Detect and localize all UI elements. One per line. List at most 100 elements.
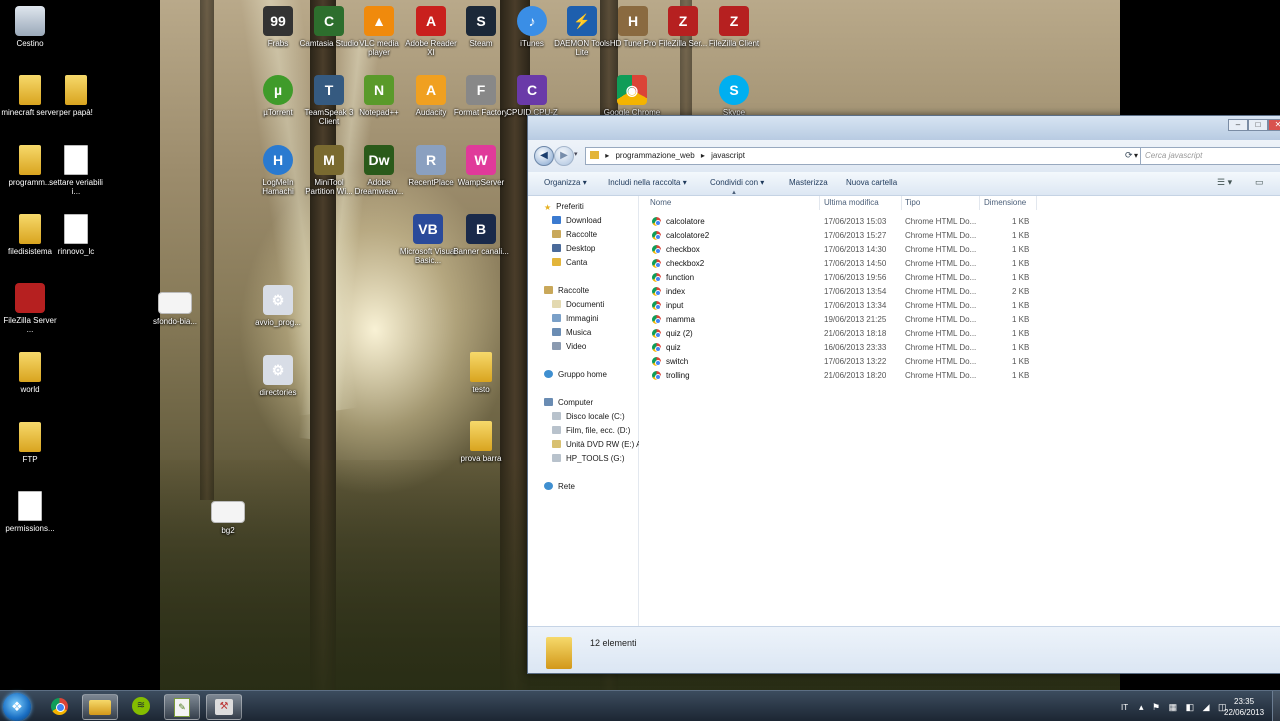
refresh-icon[interactable]: ⟳ <box>1125 150 1133 161</box>
taskbar-explorer-icon[interactable] <box>82 694 118 720</box>
taskbar-chrome-icon[interactable] <box>42 694 76 718</box>
desktop-shortcut[interactable]: ⚙ avvio_prog... <box>248 285 308 327</box>
desktop-shortcut[interactable]: Z FileZilla Client <box>704 6 764 48</box>
breadcrumb-item[interactable]: programmazione_web <box>615 151 694 160</box>
desktop-shortcut[interactable]: rinnovo_lc <box>46 214 106 256</box>
desktop-shortcut-label: Microsoft Visual Basic... <box>399 247 457 265</box>
desktop-shortcut[interactable]: permissions... <box>0 491 60 533</box>
library-item-icon <box>552 300 561 308</box>
nav-library-item[interactable]: Immagini <box>552 314 598 323</box>
chrome-html-icon <box>652 287 661 296</box>
show-desktop-button[interactable] <box>1272 691 1280 721</box>
file-row[interactable]: trolling 21/06/2013 18:20 Chrome HTML Do..… <box>639 369 1280 383</box>
column-type[interactable]: Tipo <box>905 198 920 207</box>
nav-library-item[interactable]: Musica <box>552 328 591 337</box>
nav-drive-item[interactable]: HP_TOOLS (G:) <box>552 454 625 463</box>
organize-button[interactable]: Organizza ▾ <box>544 178 587 187</box>
nav-libraries[interactable]: Raccolte <box>544 286 589 295</box>
desktop-shortcut[interactable]: Cestino <box>0 6 60 48</box>
window-titlebar[interactable]: – □ ✕ <box>528 116 1280 140</box>
nav-homegroup[interactable]: Gruppo home <box>544 370 607 379</box>
close-button[interactable]: ✕ <box>1268 119 1280 131</box>
desktop-shortcut[interactable]: W WampServer <box>451 145 511 187</box>
desktop-shortcut[interactable]: ◉ Google Chrome <box>602 75 662 117</box>
nav-drive-item[interactable]: Unità DVD RW (E:) A <box>552 440 641 449</box>
column-size[interactable]: Dimensione <box>984 198 1026 207</box>
desktop-shortcut[interactable]: prova barra <box>451 421 511 463</box>
address-bar[interactable]: ▸ programmazione_web ▸ javascript ▾ <box>585 147 1143 165</box>
desktop-shortcut-label: Cestino <box>16 39 44 48</box>
minimize-button[interactable]: – <box>1228 119 1248 131</box>
file-row[interactable]: checkbox2 17/06/2013 14:50 Chrome HTML Do.… <box>639 257 1280 271</box>
file-row[interactable]: calcolatore 17/06/2013 15:03 Chrome HTML D… <box>639 215 1280 229</box>
column-name[interactable]: Nome <box>650 198 671 207</box>
desktop-shortcut[interactable]: per papà! <box>46 75 106 117</box>
breadcrumb-item[interactable]: javascript <box>711 151 745 160</box>
nav-favorite-item[interactable]: Desktop <box>552 244 595 253</box>
drive-item-icon <box>552 412 561 420</box>
daemon-tools-icon: ⚡ <box>567 6 597 36</box>
nav-favorite-item[interactable]: Raccolte <box>552 230 597 239</box>
explorer-window[interactable]: – □ ✕ ◀ ▶ ▾ ▸ programmazione_web ▸ javas… <box>527 115 1280 674</box>
nav-network[interactable]: Rete <box>544 482 575 491</box>
nav-computer[interactable]: Computer <box>544 398 593 407</box>
clock-time[interactable]: 23:35 <box>1234 697 1254 706</box>
favorite-item-icon <box>552 216 561 224</box>
nav-library-item[interactable]: Video <box>552 342 586 351</box>
desktop-shortcut[interactable]: testo <box>451 352 511 394</box>
file-row[interactable]: input 17/06/2013 13:34 Chrome HTML Do... 1 … <box>639 299 1280 313</box>
nav-favorite-item[interactable]: Canta <box>552 258 587 267</box>
desktop-shortcut[interactable]: C CPUID CPU-Z <box>502 75 562 117</box>
desktop-shortcut[interactable]: Dw Adobe Dreamweav... <box>349 145 409 196</box>
desktop-shortcut[interactable]: FTP <box>0 422 60 464</box>
preview-pane-icon[interactable]: ▭ <box>1255 177 1264 188</box>
language-indicator[interactable]: IT <box>1121 703 1128 712</box>
desktop-shortcut[interactable]: FileZilla Server ... <box>0 283 60 334</box>
nav-library-item[interactable]: Documenti <box>552 300 604 309</box>
share-with-button[interactable]: Condividi con ▾ <box>710 178 764 187</box>
column-modified[interactable]: Ultima modifica <box>824 198 879 207</box>
file-row[interactable]: quiz (2) 21/06/2013 18:18 Chrome HTML Do..… <box>639 327 1280 341</box>
taskbar-tools-icon[interactable]: ⚒ <box>206 694 242 720</box>
file-row[interactable]: function 17/06/2013 19:56 Chrome HTML Do..… <box>639 271 1280 285</box>
nav-drive-item[interactable]: Disco locale (C:) <box>552 412 625 421</box>
desktop-shortcut[interactable]: sfondo-bia... <box>145 292 205 326</box>
new-folder-button[interactable]: Nuova cartella <box>846 178 897 187</box>
desktop-shortcut[interactable]: S Skype <box>704 75 764 117</box>
desktop-shortcut[interactable]: B Banner canali... <box>451 214 511 256</box>
desktop-shortcut[interactable]: ▲ VLC media player <box>349 6 409 57</box>
address-dropdown-icon[interactable]: ▾ <box>1134 148 1138 164</box>
nav-favorites[interactable]: ★ Preferiti <box>544 202 584 212</box>
file-type: Chrome HTML Do... <box>905 371 977 380</box>
desktop-shortcut[interactable]: bg2 <box>198 501 258 535</box>
maximize-button[interactable]: □ <box>1248 119 1268 131</box>
nav-drive-item[interactable]: Film, file, ecc. (D:) <box>552 426 630 435</box>
desktop-shortcut[interactable]: world <box>0 352 60 394</box>
burn-button[interactable]: Masterizza <box>789 178 828 187</box>
include-in-library-button[interactable]: Includi nella raccolta ▾ <box>608 178 687 187</box>
nav-favorite-item[interactable]: Download <box>552 216 602 225</box>
desktop-shortcut[interactable]: VB Microsoft Visual Basic... <box>398 214 458 265</box>
desktop-shortcut[interactable]: N Notepad++ <box>349 75 409 117</box>
file-row[interactable]: calcolatore2 17/06/2013 15:27 Chrome HTML … <box>639 229 1280 243</box>
taskbar-spotify-icon[interactable]: ≋ <box>124 694 158 718</box>
search-input[interactable]: Cerca javascript <box>1140 147 1280 165</box>
file-row[interactable]: checkbox 17/06/2013 14:30 Chrome HTML Do..… <box>639 243 1280 257</box>
forward-button[interactable]: ▶ <box>554 146 574 166</box>
file-row[interactable]: index 17/06/2013 13:54 Chrome HTML Do... 2 … <box>639 285 1280 299</box>
back-button[interactable]: ◀ <box>534 146 554 166</box>
desktop-shortcut[interactable]: settare veriabili i... <box>46 145 106 196</box>
desktop-shortcut[interactable]: ⚙ directories <box>248 355 308 397</box>
recent-pages-chevron-icon[interactable]: ▾ <box>574 150 578 158</box>
file-row[interactable]: mamma 19/06/2013 21:25 Chrome HTML Do... 1 … <box>639 313 1280 327</box>
start-button[interactable]: ❖ <box>3 693 31 721</box>
file-row[interactable]: quiz 16/06/2013 23:33 Chrome HTML Do... 1 K… <box>639 341 1280 355</box>
file-row[interactable]: switch 17/06/2013 13:22 Chrome HTML Do... 1… <box>639 355 1280 369</box>
desktop: Cestino minecraft server per papà! programm… <box>0 0 1280 690</box>
taskbar-notepad-icon[interactable]: ✎ <box>164 694 200 720</box>
desktop-shortcut-label: prova barra <box>460 454 502 463</box>
clock-date[interactable]: 22/06/2013 <box>1224 708 1264 717</box>
hamachi-icon: H <box>263 145 293 175</box>
view-options-icon[interactable]: ☰ ▾ <box>1217 177 1232 188</box>
tray-icons[interactable]: ▴ ⚑ ▦ ◧ ◢ ◫ <box>1139 702 1230 713</box>
